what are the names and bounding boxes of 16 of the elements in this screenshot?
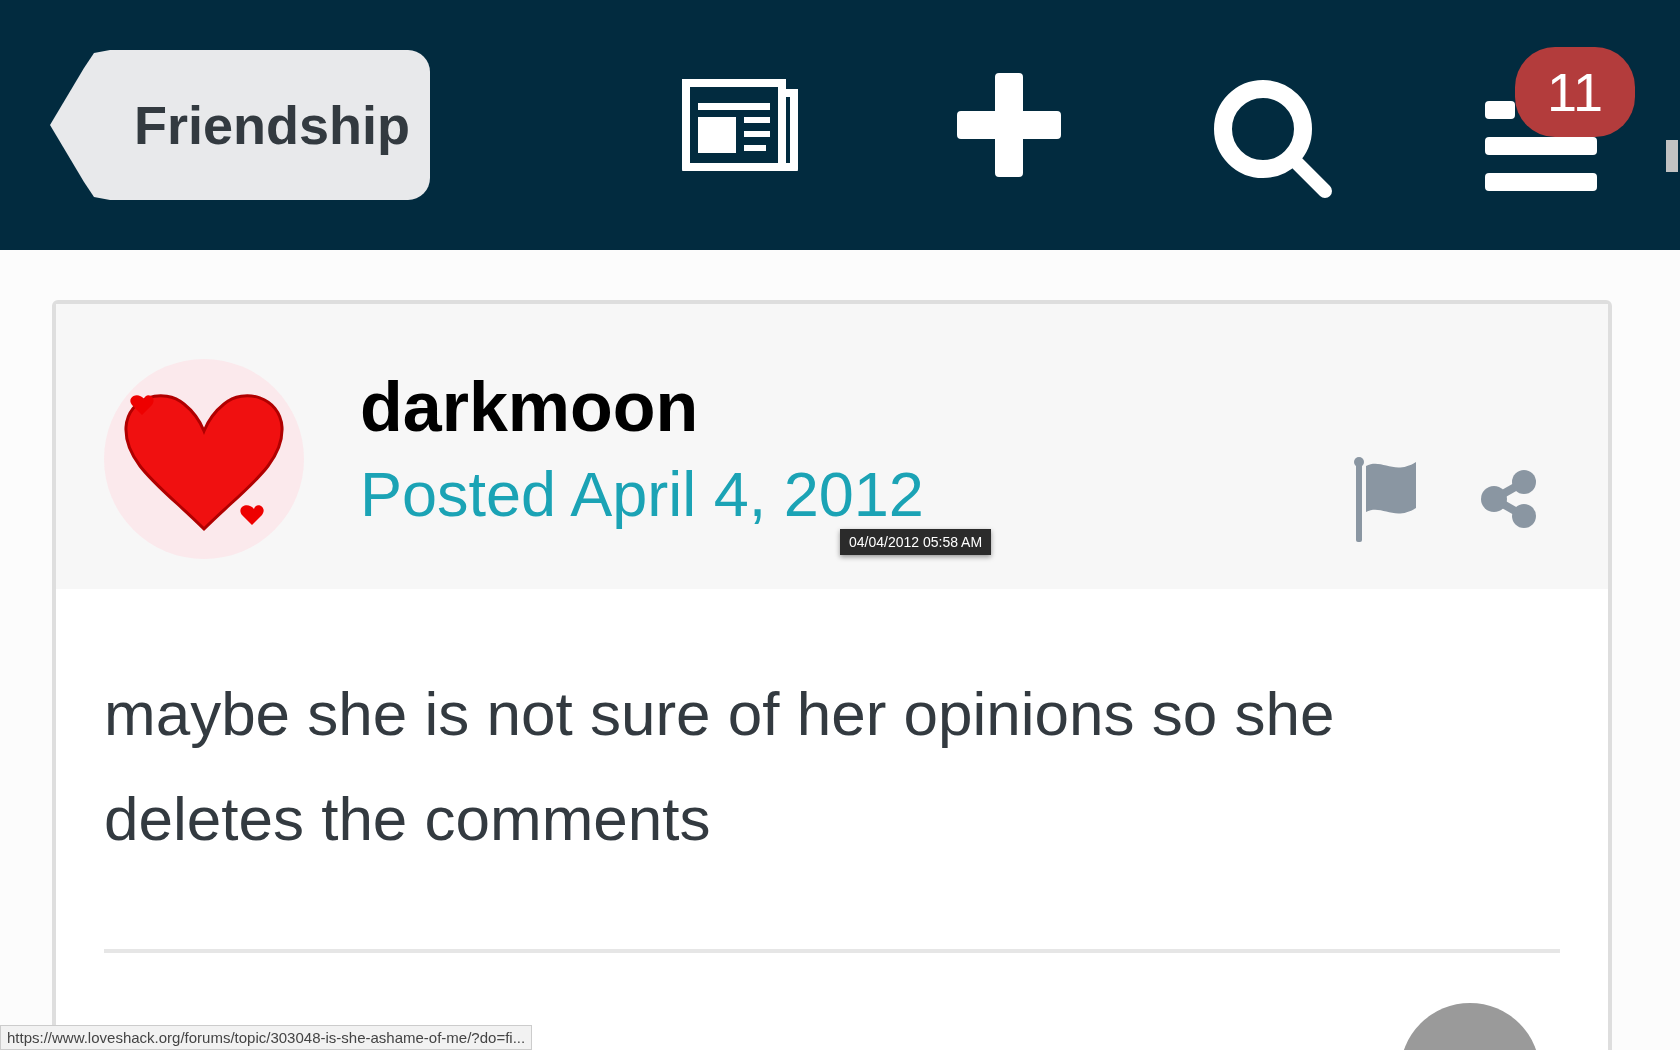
back-button[interactable]: Friendship [50, 50, 430, 200]
heart-avatar[interactable] [104, 359, 304, 559]
scrollbar-thumb[interactable] [1666, 140, 1678, 172]
share-icon[interactable] [1480, 470, 1538, 528]
search-icon[interactable] [1211, 77, 1335, 201]
date-tooltip: 04/04/2012 05:58 AM [840, 529, 992, 555]
menu-button[interactable]: 11 [1485, 47, 1635, 191]
author-name[interactable]: darkmoon [360, 367, 924, 447]
plus-icon[interactable] [957, 73, 1061, 177]
menu-bar-icon [1485, 101, 1515, 119]
post-text: maybe she is not sure of her opinions so she deletes the comments [104, 678, 1336, 855]
menu-bar-icon [1485, 173, 1597, 191]
status-bar-url: https://www.loveshack.org/forums/topic/303048-is-she-ashame-of-me/?do=fi... [0, 1025, 533, 1050]
menu-bar-icon [1485, 137, 1597, 155]
notification-badge: 11 [1515, 47, 1635, 137]
flag-icon[interactable] [1354, 456, 1418, 542]
